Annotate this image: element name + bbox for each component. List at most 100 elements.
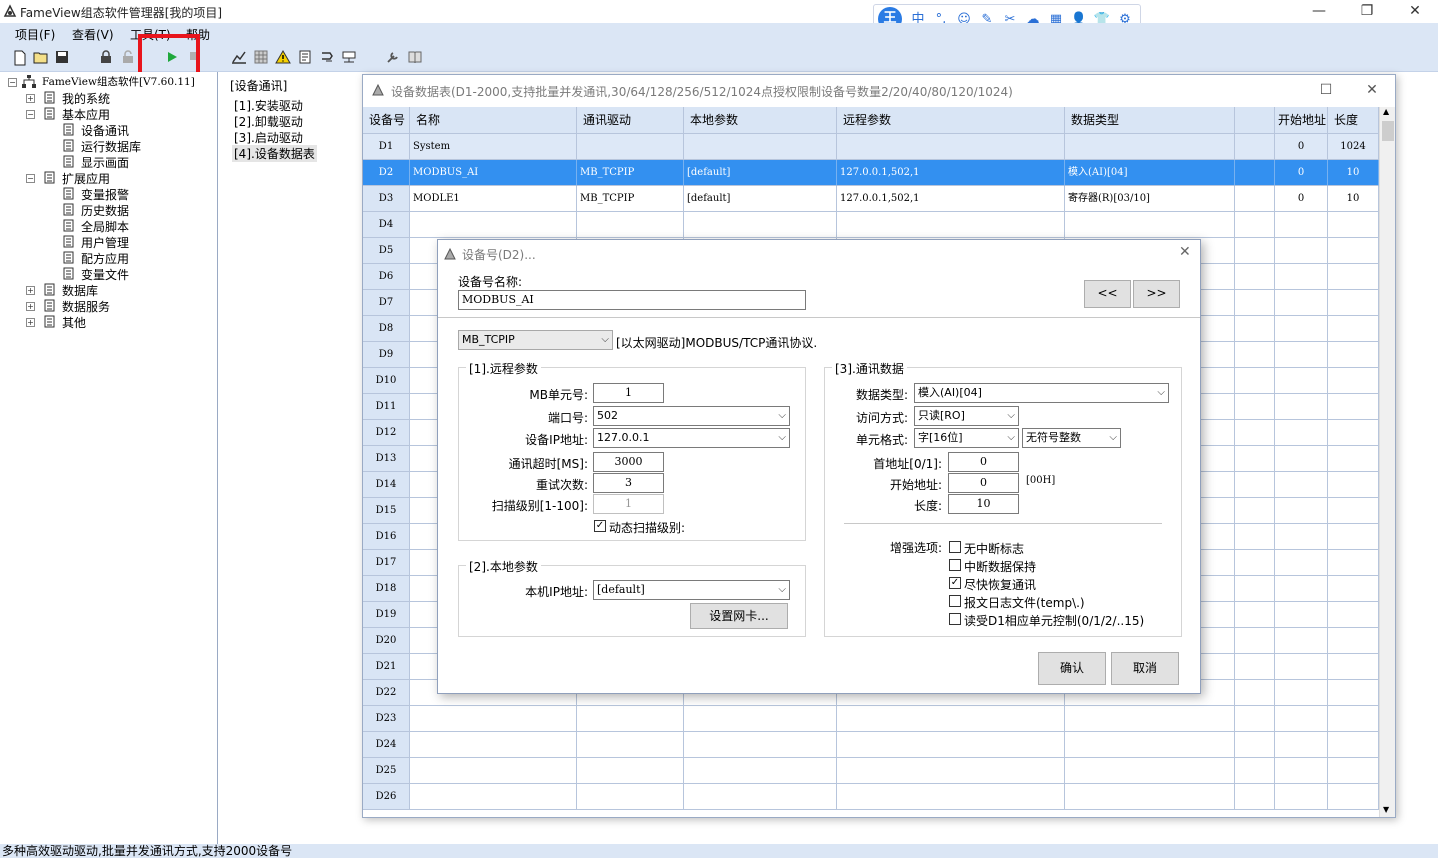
cell-length[interactable]: 1024 [1328,134,1379,160]
cell-id[interactable]: D12 [363,420,410,446]
document-icon[interactable] [297,50,313,66]
cell-length[interactable] [1328,576,1379,602]
cell-name[interactable]: System [410,134,577,160]
cell-driver[interactable] [577,134,684,160]
cell-start[interactable] [1275,394,1328,420]
dynamic-scan-checkbox[interactable]: ✓ [594,520,606,532]
scan-input[interactable]: 1 [593,494,664,514]
tree-expander[interactable]: + [26,286,35,295]
cell-extra[interactable] [1235,628,1275,654]
cell-extra[interactable] [1235,472,1275,498]
tree-expander[interactable]: − [26,110,35,119]
cell-datatype[interactable]: 模入(AI)[04] [1065,160,1235,186]
minimize-button[interactable]: — [1296,0,1342,23]
cell-local[interactable]: [default] [684,186,837,212]
cell-name[interactable] [410,732,577,758]
col-header-id[interactable]: 设备号 [363,107,410,134]
cell-length[interactable] [1328,238,1379,264]
cell-remote[interactable]: 127.0.0.1,502,1 [837,160,1065,186]
cell-id[interactable]: D3 [363,186,410,212]
cell-start[interactable] [1275,472,1328,498]
cell-start[interactable] [1275,238,1328,264]
cell-datatype[interactable] [1065,758,1235,784]
book-icon[interactable] [407,50,423,66]
cell-id[interactable]: D10 [363,368,410,394]
first-addr-input[interactable]: 0 [948,452,1019,472]
cell-length[interactable] [1328,784,1379,810]
start-addr-input[interactable]: 0 [948,473,1019,493]
tree-node[interactable]: 历史数据 [0,202,215,218]
cell-id[interactable]: D2 [363,160,410,186]
tree-expander[interactable]: + [26,94,35,103]
cell-extra[interactable] [1235,498,1275,524]
cell-length[interactable] [1328,290,1379,316]
cell-id[interactable]: D8 [363,316,410,342]
uninstall-driver-link[interactable]: [2].卸载驱动 [234,113,303,130]
cell-extra[interactable] [1235,342,1275,368]
cell-start[interactable] [1275,680,1328,706]
local-ip-select[interactable]: [default] ⌵ [593,580,790,600]
cell-length[interactable] [1328,498,1379,524]
cell-driver[interactable] [577,212,684,238]
cell-extra[interactable] [1235,238,1275,264]
cell-length[interactable] [1328,758,1379,784]
cell-length[interactable] [1328,342,1379,368]
unlock-icon[interactable] [120,50,136,66]
cell-driver[interactable]: MB_TCPIP [577,186,684,212]
tree-node[interactable]: + 数据库 [0,282,215,298]
tree-node[interactable]: − 扩展应用 [0,170,215,186]
cell-extra[interactable] [1235,524,1275,550]
cell-extra[interactable] [1235,212,1275,238]
cell-start[interactable] [1275,368,1328,394]
cell-length[interactable] [1328,212,1379,238]
table-close-button[interactable]: ✕ [1349,79,1395,102]
cell-id[interactable]: D17 [363,550,410,576]
cell-start[interactable] [1275,628,1328,654]
start-driver-link[interactable]: [3].启动驱动 [234,129,303,146]
col-header-remote[interactable]: 远程参数 [837,107,1065,134]
cell-remote[interactable] [837,784,1065,810]
tree-node[interactable]: 全局脚本 [0,218,215,234]
cell-length[interactable] [1328,472,1379,498]
save-icon[interactable] [54,50,70,66]
cell-start[interactable] [1275,290,1328,316]
cell-driver[interactable] [577,758,684,784]
new-file-icon[interactable] [12,50,28,66]
length-input[interactable]: 10 [948,494,1019,514]
cell-extra[interactable] [1235,680,1275,706]
cell-remote[interactable] [837,732,1065,758]
tree-node[interactable]: 配方应用 [0,250,215,266]
tree-expander[interactable]: − [26,174,35,183]
unit-input[interactable]: 1 [593,383,664,403]
cell-start[interactable] [1275,498,1328,524]
cell-length[interactable] [1328,732,1379,758]
tree-node[interactable]: + 数据服务 [0,298,215,314]
cell-extra[interactable] [1235,758,1275,784]
cell-extra[interactable] [1235,290,1275,316]
cell-datatype[interactable] [1065,212,1235,238]
cell-start[interactable] [1275,784,1328,810]
open-folder-icon[interactable] [33,50,49,66]
port-select[interactable]: 502 ⌵ [593,406,790,426]
script-icon[interactable] [319,50,335,66]
cancel-button[interactable]: 取消 [1111,652,1179,685]
col-header-extra[interactable] [1235,107,1275,134]
cell-start[interactable] [1275,264,1328,290]
grid-scrollbar[interactable]: ▲ ▼ [1379,107,1395,817]
maximize-button[interactable]: ❐ [1344,0,1390,23]
cell-id[interactable]: D18 [363,576,410,602]
device-name-input[interactable]: MODBUS_AI [458,290,806,310]
cell-driver[interactable] [577,784,684,810]
cell-length[interactable] [1328,602,1379,628]
cell-name[interactable] [410,784,577,810]
cell-start[interactable] [1275,602,1328,628]
network-icon[interactable] [341,50,357,66]
col-header-name[interactable]: 名称 [410,107,577,134]
menu-view[interactable]: 查看(V) [72,26,114,43]
cell-id[interactable]: D22 [363,680,410,706]
cell-datatype[interactable] [1065,784,1235,810]
retry-input[interactable]: 3 [593,473,664,493]
tree-expander[interactable]: + [26,318,35,327]
cell-extra[interactable] [1235,732,1275,758]
scroll-thumb[interactable] [1382,121,1394,141]
